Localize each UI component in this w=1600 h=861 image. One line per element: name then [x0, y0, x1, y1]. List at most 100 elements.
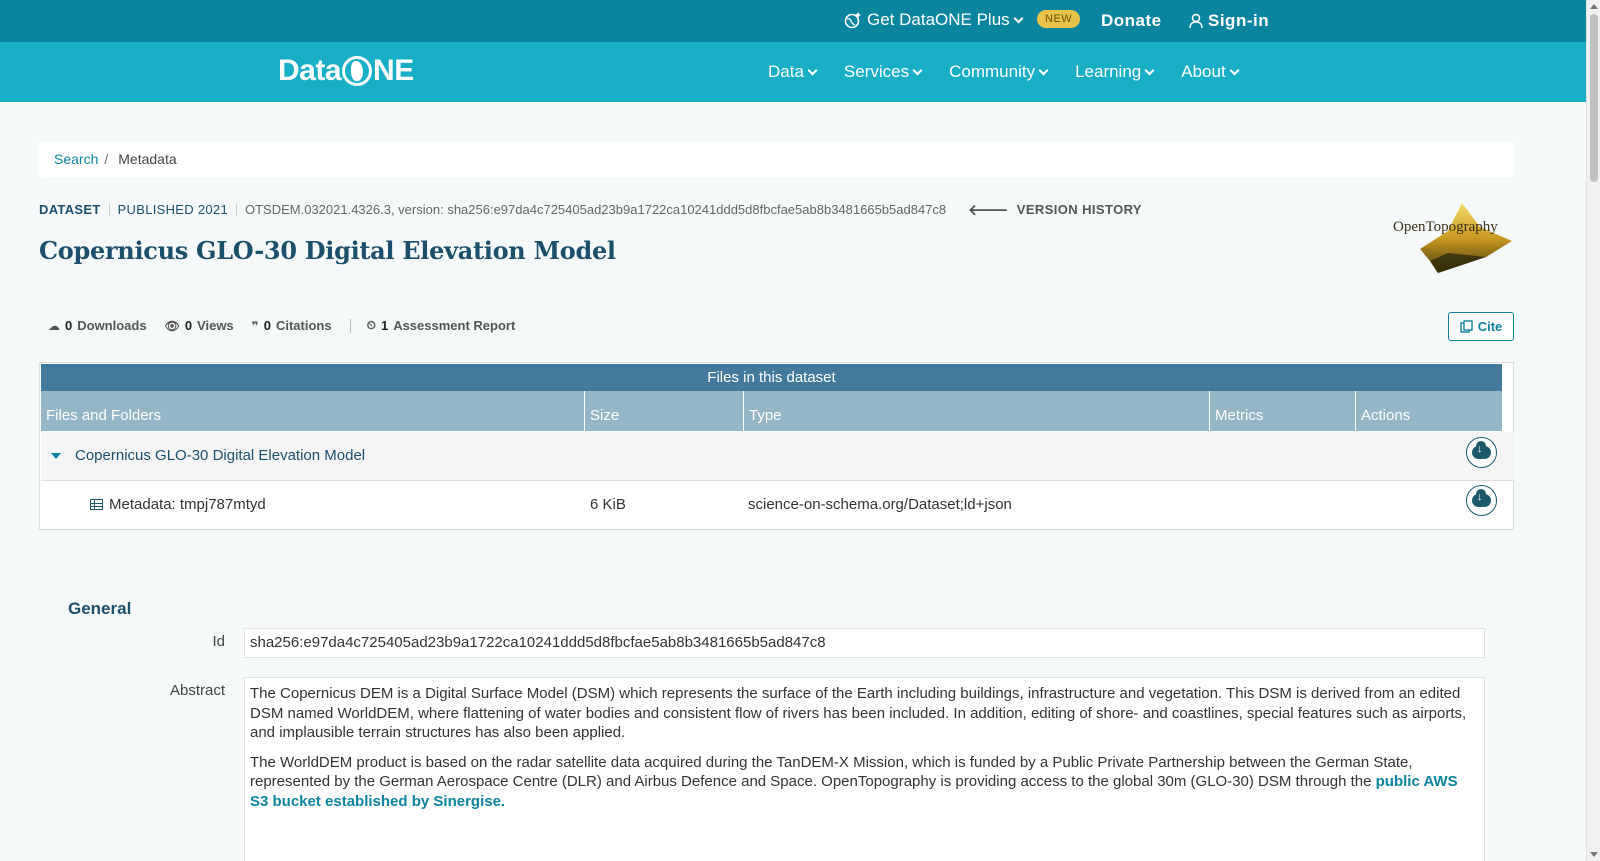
views-count: 0 — [184, 318, 193, 333]
folder-name: Copernicus GLO-30 Digital Elevation Mode… — [75, 447, 366, 464]
views-label: Views — [197, 318, 234, 333]
abstract-label: Abstract — [169, 682, 225, 699]
nav-item-label: About — [1181, 62, 1226, 81]
nav-item-label: Community — [949, 62, 1036, 81]
chevron-down-icon — [1144, 65, 1155, 75]
divider — [108, 203, 110, 216]
nav-item-about[interactable]: About — [1181, 62, 1240, 82]
nav-item-community[interactable]: Community — [949, 62, 1049, 82]
dataset-stats: ☁ 0 Downloads 👁 0 Views ❞ 0 Citations ⏲ … — [48, 318, 533, 333]
column-header[interactable]: Type — [743, 391, 1210, 431]
downloads-label: Downloads — [77, 318, 147, 333]
published-date: PUBLISHED 2021 — [117, 202, 228, 217]
main-nav: Data NE Data Services Community Learning… — [0, 42, 1586, 102]
table-row[interactable]: Copernicus GLO-30 Digital Elevation Mode… — [41, 432, 1514, 481]
citations-count: 0 — [263, 318, 271, 333]
sign-in-label: Sign-in — [1208, 11, 1270, 30]
citations-label: Citations — [275, 318, 332, 333]
logo-text-left: Data — [278, 54, 342, 87]
cite-button[interactable]: Cite — [1448, 312, 1514, 341]
abstract-value: The Copernicus DEM is a Digital Surface … — [244, 677, 1485, 861]
sign-in-link[interactable]: Sign-in — [1189, 11, 1269, 31]
downloads-stat: ☁ 0 Downloads — [48, 318, 147, 333]
dataone-logo[interactable]: Data NE — [278, 54, 414, 88]
dataset-pid: OTSDEM.032021.4326.3, version: sha256:e9… — [244, 202, 947, 217]
general-heading: General — [68, 599, 132, 618]
nav-item-services[interactable]: Services — [843, 62, 923, 82]
page-scrollbar[interactable] — [1586, 0, 1600, 861]
abstract-text: The WorldDEM product is based on the rad… — [250, 753, 1413, 791]
opentopography-terrain-icon — [1420, 203, 1512, 273]
download-button[interactable] — [1466, 485, 1497, 516]
column-header[interactable]: Actions — [1355, 391, 1502, 431]
cloud-download-icon — [1472, 441, 1491, 459]
nav-item-learning[interactable]: Learning — [1075, 62, 1155, 82]
table-icon — [90, 499, 103, 510]
scroll-down-arrow-icon[interactable] — [1590, 852, 1598, 857]
citations-stat: ❞ 0 Citations — [252, 318, 332, 333]
scroll-up-arrow-icon[interactable] — [1590, 4, 1598, 9]
column-header[interactable]: Size — [584, 391, 743, 431]
divider — [235, 203, 237, 216]
globe-sparkle-icon — [844, 12, 861, 29]
nav-item-label: Learning — [1075, 62, 1142, 81]
dataset-type: DATASET — [39, 202, 101, 217]
breadcrumb-search-link[interactable]: Search — [54, 151, 98, 167]
chevron-down-icon — [807, 65, 818, 75]
arrow-left-icon: 🡐 — [968, 202, 1009, 219]
breadcrumb-separator: / — [104, 151, 109, 167]
version-history-label: VERSION HISTORY — [1016, 202, 1142, 217]
column-header[interactable]: Metrics — [1209, 391, 1356, 431]
top-bar: Get DataONE Plus NEW Donate Sign-in — [0, 0, 1586, 42]
nav-item-label: Data — [768, 62, 804, 81]
scrollbar-thumb[interactable] — [1590, 14, 1598, 182]
opentopography-logo[interactable]: OpenTopography — [1390, 197, 1514, 275]
file-name: Metadata: tmpj787mtyd — [109, 496, 266, 513]
assessment-report-link[interactable]: ⏲ 1 Assessment Report — [367, 318, 516, 333]
files-table-header: Files and Folders Size Type Metrics Acti… — [41, 391, 1502, 431]
nav-menu: Data Services Community Learning About — [768, 62, 1240, 82]
id-label: Id — [212, 633, 225, 650]
dataset-meta-line: DATASET PUBLISHED 2021 OTSDEM.032021.432… — [39, 200, 1142, 219]
folder-cell[interactable]: Copernicus GLO-30 Digital Elevation Mode… — [51, 447, 365, 464]
files-table: Files in this dataset Files and Folders … — [39, 362, 1514, 530]
get-dataone-plus-menu[interactable]: Get DataONE Plus — [844, 10, 1024, 30]
nav-item-label: Services — [843, 62, 910, 81]
stats-divider — [349, 318, 351, 333]
table-row[interactable]: Metadata: tmpj787mtyd 6 KiB science-on-s… — [41, 481, 1514, 530]
eye-icon: 👁 — [164, 318, 180, 333]
version-history-link[interactable]: 🡐 VERSION HISTORY — [968, 200, 1142, 219]
files-table-caption: Files in this dataset — [41, 364, 1502, 391]
chevron-down-icon — [912, 65, 923, 75]
downloads-count: 0 — [65, 318, 73, 333]
donate-link[interactable]: Donate — [1101, 11, 1162, 31]
copy-icon — [1460, 320, 1473, 333]
globe-logo-icon — [342, 56, 373, 86]
user-icon — [1189, 13, 1203, 29]
caret-down-icon[interactable] — [51, 453, 61, 460]
dataset-title: Copernicus GLO-30 Digital Elevation Mode… — [39, 236, 616, 265]
assessment-label: Assessment Report — [393, 318, 516, 333]
file-size: 6 KiB — [590, 496, 626, 513]
breadcrumb-current: Metadata — [118, 151, 177, 167]
file-type: science-on-schema.org/Dataset;ld+json — [748, 496, 1012, 513]
cite-label: Cite — [1477, 319, 1503, 334]
breadcrumb: Search / Metadata — [39, 141, 1514, 177]
chevron-down-icon — [1229, 65, 1240, 75]
file-name-cell[interactable]: Metadata: tmpj787mtyd — [90, 496, 266, 513]
cloud-download-icon: ☁ — [48, 318, 60, 333]
logo-text-right: NE — [373, 54, 414, 87]
chevron-down-icon — [1038, 65, 1049, 75]
column-header[interactable]: Files and Folders — [41, 391, 585, 431]
quote-icon: ❞ — [251, 318, 259, 333]
abstract-paragraph: The WorldDEM product is based on the rad… — [250, 753, 1479, 812]
download-button[interactable] — [1466, 437, 1497, 468]
assessment-count: 1 — [380, 318, 389, 333]
nav-item-data[interactable]: Data — [768, 62, 818, 82]
new-badge: NEW — [1037, 10, 1081, 28]
cloud-download-icon — [1472, 489, 1491, 507]
chevron-down-icon — [1013, 13, 1024, 23]
id-value[interactable]: sha256:e97da4c725405ad23b9a1722ca10241dd… — [244, 628, 1485, 658]
org-logo-text: OpenTopography — [1393, 219, 1498, 235]
abstract-paragraph: The Copernicus DEM is a Digital Surface … — [250, 685, 1467, 741]
